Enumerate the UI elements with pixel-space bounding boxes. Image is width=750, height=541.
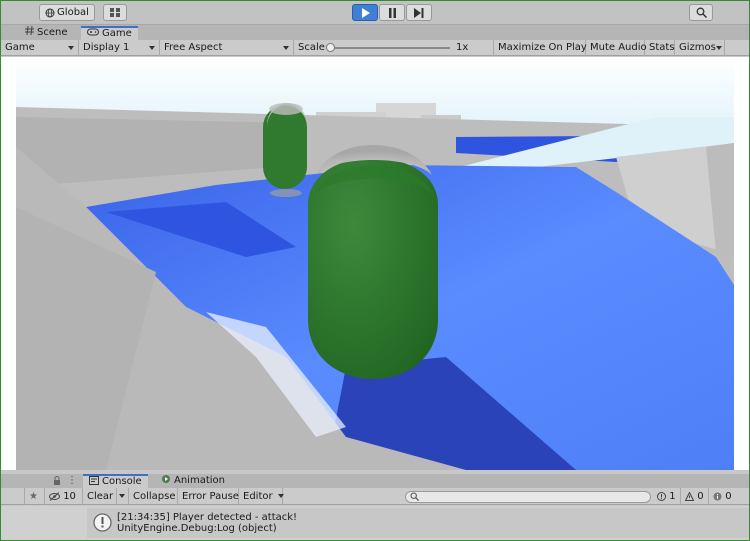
maximize-on-play-toggle[interactable]: Maximize On Play xyxy=(494,40,587,56)
scene-hash-icon xyxy=(25,25,34,40)
chevron-down-icon xyxy=(149,46,155,50)
console-search-input[interactable] xyxy=(405,491,651,503)
hidden-count-toggle[interactable]: 10 xyxy=(45,488,83,505)
chevron-down-icon xyxy=(119,494,125,498)
stats-label: Stats xyxy=(649,42,675,53)
view-type-dropdown[interactable]: Game xyxy=(1,40,79,56)
tab-console-label: Console xyxy=(102,476,142,487)
main-toolbar: Global xyxy=(1,1,749,25)
maximize-label: Maximize On Play xyxy=(498,42,587,53)
star-icon: ★ xyxy=(29,491,38,502)
clear-options-dropdown[interactable] xyxy=(117,488,129,505)
info-count: 0 xyxy=(725,491,732,502)
game-viewport[interactable] xyxy=(16,57,734,470)
info-filter-toggle[interactable]: 0 xyxy=(709,488,749,505)
game-view-toolbar: Game Display 1 Free Aspect Scale 1x Maxi… xyxy=(1,40,749,56)
error-filter-toggle[interactable]: 0 xyxy=(681,488,709,505)
display-label: Display 1 xyxy=(83,42,130,53)
log-message: [21:34:35] Player detected - attack! xyxy=(117,512,298,523)
clear-label: Clear xyxy=(87,491,114,502)
viewport-margin-left xyxy=(1,57,16,470)
gamepad-icon xyxy=(87,28,99,40)
global-label: Global xyxy=(57,7,89,18)
clear-button[interactable]: Clear xyxy=(83,488,117,505)
play-icon xyxy=(361,7,370,18)
error-pause-toggle[interactable]: Error Pause xyxy=(178,488,239,505)
scale-control: Scale 1x xyxy=(294,40,494,56)
aspect-dropdown[interactable]: Free Aspect xyxy=(160,40,294,56)
chevron-down-icon xyxy=(68,46,74,50)
view-type-label: Game xyxy=(5,42,35,53)
console-icon xyxy=(89,475,99,489)
lock-icon[interactable] xyxy=(53,476,61,488)
collapse-label: Collapse xyxy=(133,491,176,502)
display-dropdown[interactable]: Display 1 xyxy=(79,40,160,56)
pause-button[interactable] xyxy=(379,4,405,21)
mute-audio-toggle[interactable]: Mute Audio xyxy=(586,40,647,56)
search-icon xyxy=(410,492,420,504)
tab-menu-icon[interactable]: ⋮ xyxy=(67,475,77,486)
tab-animation-label: Animation xyxy=(174,475,225,486)
warning-icon xyxy=(657,491,669,502)
pause-icon xyxy=(388,7,397,18)
error-icon xyxy=(684,490,697,502)
gizmos-label: Gizmos xyxy=(679,42,716,53)
console-tab-strip: ⋮ Console Animation xyxy=(1,474,749,488)
eye-slash-icon xyxy=(49,491,63,502)
play-button[interactable] xyxy=(352,4,378,21)
scale-value: 1x xyxy=(456,42,469,53)
globe-icon xyxy=(45,8,55,18)
mute-label: Mute Audio xyxy=(590,42,647,53)
aspect-label: Free Aspect xyxy=(164,42,223,53)
log-entry[interactable]: [21:34:35] Player detected - attack! Uni… xyxy=(87,508,749,538)
tab-scene[interactable]: Scene xyxy=(19,25,74,40)
chevron-down-icon xyxy=(277,494,284,498)
tab-console[interactable]: Console xyxy=(83,474,148,488)
chevron-down-icon xyxy=(716,46,722,50)
step-button[interactable] xyxy=(406,4,432,21)
grid-snap-icon xyxy=(109,7,121,18)
search-button[interactable] xyxy=(689,4,713,21)
favorite-button[interactable]: ★ xyxy=(25,488,45,505)
info-icon xyxy=(713,491,725,502)
error-count: 0 xyxy=(697,491,704,502)
error-pause-label: Error Pause xyxy=(182,491,239,502)
tab-game[interactable]: Game xyxy=(81,26,138,40)
tab-game-label: Game xyxy=(102,28,132,39)
scale-label: Scale xyxy=(298,42,325,53)
warning-count: 1 xyxy=(669,491,676,502)
step-icon xyxy=(414,7,424,18)
animation-icon xyxy=(161,474,171,489)
editor-dropdown[interactable]: Editor xyxy=(239,488,284,505)
editor-label: Editor xyxy=(243,491,273,502)
grid-snapping-button[interactable] xyxy=(103,4,127,21)
game-render xyxy=(16,57,734,470)
chevron-down-icon xyxy=(283,46,289,50)
console-toolbar: ★ 10 Clear Collapse Error Pause Editor 1 xyxy=(1,488,749,505)
search-icon xyxy=(696,7,707,18)
warning-filter-toggle[interactable]: 1 xyxy=(653,488,681,505)
collapse-toggle[interactable]: Collapse xyxy=(129,488,178,505)
gizmos-dropdown[interactable]: Gizmos xyxy=(675,40,725,56)
log-stack-trace: UnityEngine.Debug:Log (object) xyxy=(117,523,277,534)
view-tab-strip: Scene Game xyxy=(1,25,749,40)
viewport-margin-right xyxy=(734,57,749,470)
scale-slider-handle[interactable] xyxy=(326,43,335,52)
hidden-count: 10 xyxy=(63,491,76,502)
panel-scroll-left xyxy=(1,488,25,505)
tab-animation[interactable]: Animation xyxy=(155,474,231,488)
scale-slider-track[interactable] xyxy=(330,47,450,49)
stats-toggle[interactable]: Stats xyxy=(645,40,675,56)
pivot-global-toggle[interactable]: Global xyxy=(39,4,95,21)
log-info-icon xyxy=(93,513,112,535)
tab-scene-label: Scene xyxy=(37,27,68,38)
console-log-list: [21:34:35] Player detected - attack! Uni… xyxy=(1,506,749,540)
